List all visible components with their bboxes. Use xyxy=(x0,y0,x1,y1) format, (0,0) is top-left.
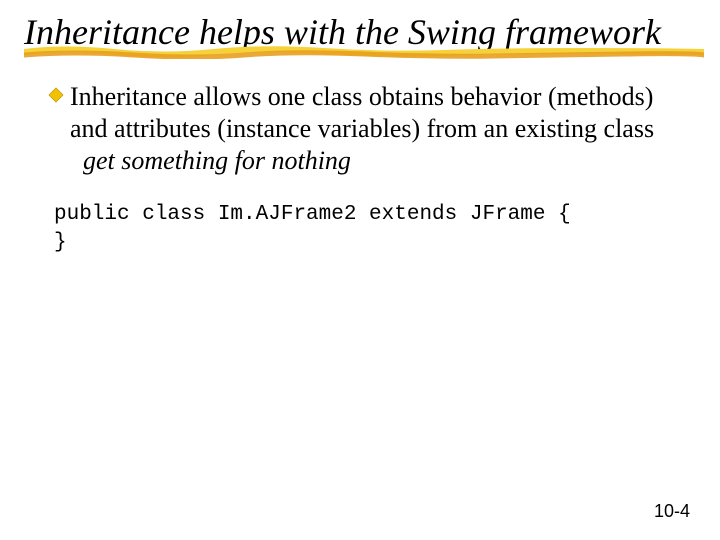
code-line-2: } xyxy=(54,231,67,254)
code-line-1: public class Im.AJFrame2 extends JFrame … xyxy=(54,203,571,226)
slide-title: Inheritance helps with the Swing framewo… xyxy=(24,12,696,53)
diamond-bullet-icon xyxy=(48,81,70,176)
bullet-spacer xyxy=(70,146,83,175)
slide-body: Inheritance allows one class obtains beh… xyxy=(24,71,696,257)
bullet-text: Inheritance allows one class obtains beh… xyxy=(70,81,688,176)
title-block: Inheritance helps with the Swing framewo… xyxy=(24,12,696,53)
code-block: public class Im.AJFrame2 extends JFrame … xyxy=(54,201,688,258)
bullet-emphasis-text: get something for nothing xyxy=(83,146,351,175)
bullet-main-text: Inheritance allows one class obtains beh… xyxy=(70,82,654,143)
page-number: 10-4 xyxy=(654,501,690,522)
slide: Inheritance helps with the Swing framewo… xyxy=(0,0,720,540)
bullet-item: Inheritance allows one class obtains beh… xyxy=(48,81,688,176)
